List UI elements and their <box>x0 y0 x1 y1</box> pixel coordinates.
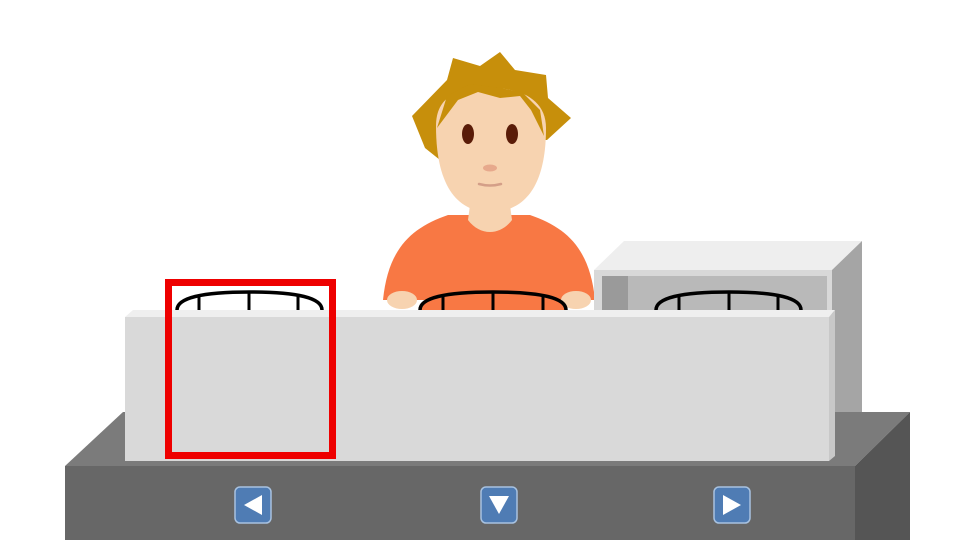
counter <box>125 310 835 461</box>
character-left-hand <box>387 291 417 309</box>
counter-side <box>829 310 835 461</box>
move-right-button[interactable] <box>713 486 751 524</box>
character-left-eye <box>462 124 474 144</box>
character-right-eye <box>506 124 518 144</box>
game-scene <box>65 52 910 540</box>
character <box>383 52 595 309</box>
basket-center[interactable] <box>418 290 568 311</box>
back-box-opening-shade <box>602 276 628 315</box>
move-left-button[interactable] <box>234 486 272 524</box>
back-box-top <box>594 241 862 270</box>
basket-right[interactable] <box>654 290 803 311</box>
counter-top-edge <box>125 310 835 317</box>
character-nose <box>483 164 497 172</box>
counter-front <box>125 317 829 461</box>
drop-down-button[interactable] <box>480 486 518 524</box>
basket-left[interactable] <box>175 290 324 311</box>
